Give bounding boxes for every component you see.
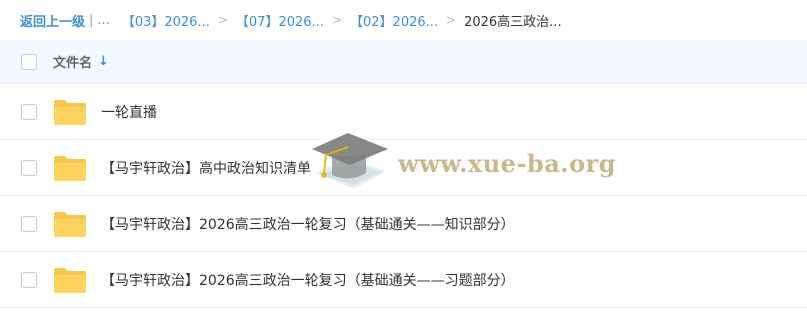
file-list-header: 文件名 ↓ xyxy=(0,40,807,84)
folder-icon xyxy=(54,267,86,293)
folder-icon xyxy=(54,99,86,125)
breadcrumb-item-02[interactable]: 【02】2026... xyxy=(350,11,438,30)
watermark: www.xue-ba.org xyxy=(308,125,616,200)
breadcrumb-item-03[interactable]: 【03】2026... xyxy=(122,11,210,30)
breadcrumb: 返回上一级 | ... 【03】2026... > 【07】2026... > … xyxy=(0,0,807,40)
filename-column-header[interactable]: 文件名 xyxy=(53,52,92,71)
breadcrumb-current: 2026高三政治... xyxy=(464,14,562,30)
graduation-cap-icon xyxy=(312,133,388,189)
breadcrumb-separator: > xyxy=(217,13,228,27)
file-name[interactable]: 一轮直播 xyxy=(101,102,157,122)
file-row[interactable]: 【马宇轩政治】2026高三政治一轮复习（基础通关——习题部分） xyxy=(0,252,807,308)
row-checkbox[interactable] xyxy=(21,271,37,288)
file-name[interactable]: 【马宇轩政治】2026高三政治一轮复习（基础通关——习题部分） xyxy=(101,270,515,290)
back-link[interactable]: 返回上一级 xyxy=(20,11,85,30)
watermark-text: www.xue-ba.org xyxy=(398,149,617,178)
breadcrumb-separator: > xyxy=(446,13,457,27)
folder-icon xyxy=(54,155,86,181)
breadcrumb-separator: > xyxy=(331,13,342,27)
select-all-checkbox[interactable] xyxy=(21,53,37,70)
breadcrumb-ellipsis[interactable]: ... xyxy=(97,13,109,28)
folder-icon xyxy=(54,211,86,237)
row-checkbox[interactable] xyxy=(21,159,37,176)
row-checkbox[interactable] xyxy=(21,103,37,120)
breadcrumb-divider: | xyxy=(89,12,94,28)
breadcrumb-item-07[interactable]: 【07】2026... xyxy=(236,11,324,30)
row-checkbox[interactable] xyxy=(21,215,37,232)
file-row[interactable]: 【马宇轩政治】2026高三政治一轮复习（基础通关——知识部分） xyxy=(0,196,807,252)
file-name[interactable]: 【马宇轩政治】高中政治知识清单 xyxy=(101,158,311,178)
arrow-down-icon[interactable]: ↓ xyxy=(98,54,109,69)
file-name[interactable]: 【马宇轩政治】2026高三政治一轮复习（基础通关——知识部分） xyxy=(101,214,515,234)
